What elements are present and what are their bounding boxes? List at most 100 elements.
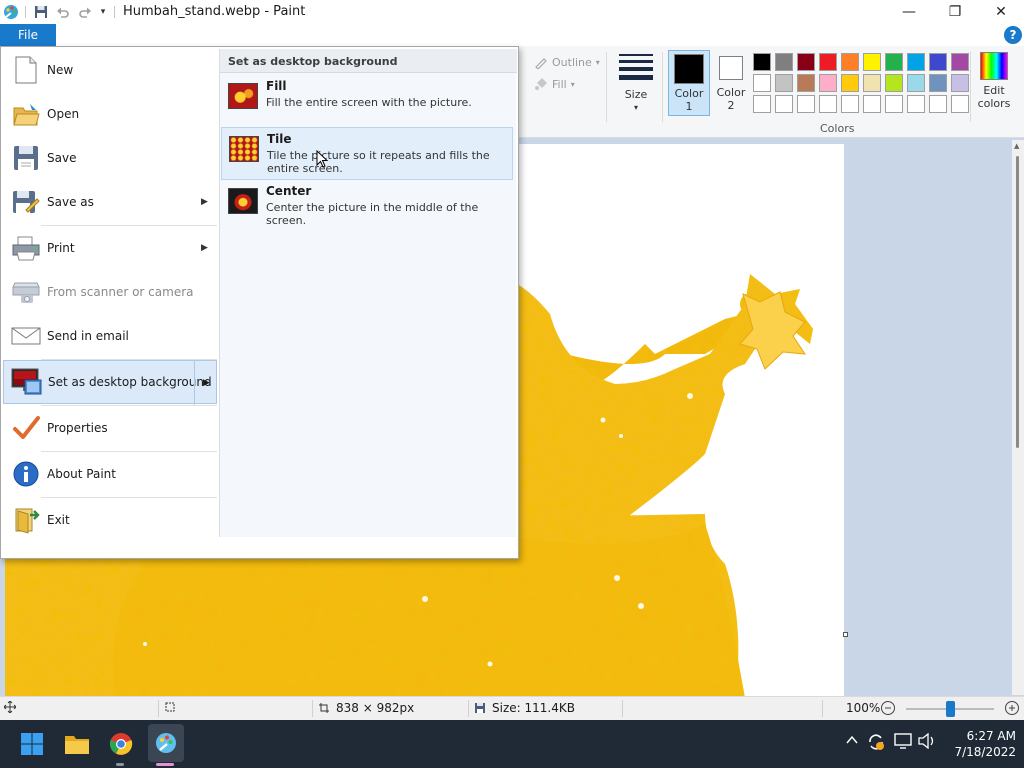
fill-layout-icon (228, 83, 258, 109)
redo-icon[interactable] (76, 0, 94, 24)
palette-swatch[interactable] (951, 95, 969, 113)
chrome-icon (109, 733, 133, 755)
volume-icon[interactable] (918, 732, 936, 753)
undo-icon[interactable] (54, 0, 72, 24)
start-button[interactable] (18, 730, 46, 758)
palette-swatch[interactable] (863, 74, 881, 92)
desktop-background-option-tile[interactable]: Tile Tile the picture so it repeats and … (221, 127, 513, 180)
palette-swatch[interactable] (841, 74, 859, 92)
center-layout-icon (228, 188, 258, 214)
file-size-disk-icon (475, 703, 485, 713)
scroll-up-icon[interactable]: ▲ (1014, 142, 1019, 150)
menu-item-set-desktop-background[interactable]: Set as desktop background ▶ (3, 360, 218, 405)
menu-item-exit[interactable]: Exit (3, 498, 217, 542)
zoom-out-icon (881, 701, 895, 715)
palette-swatch[interactable] (797, 53, 815, 71)
palette-swatch[interactable] (775, 95, 793, 113)
palette-swatch[interactable] (841, 53, 859, 71)
menu-item-send-email[interactable]: Send in email (3, 314, 217, 358)
color2-button[interactable]: Color 2 (710, 50, 752, 116)
menu-item-from-scanner[interactable]: From scanner or camera (3, 270, 217, 314)
zoom-level: 100% (846, 701, 881, 715)
file-size-text: Size: 111.4KB (492, 701, 575, 715)
palette-swatch[interactable] (863, 95, 881, 113)
paint-taskbar-button[interactable] (148, 724, 184, 762)
file-explorer-button[interactable] (63, 730, 91, 758)
palette-swatch[interactable] (797, 74, 815, 92)
submenu-arrow-icon: ▶ (201, 197, 208, 207)
desktop-background-option-center[interactable]: Center Center the picture in the middle … (221, 180, 513, 233)
palette-swatch[interactable] (929, 53, 947, 71)
palette-swatch[interactable] (885, 74, 903, 92)
palette-swatch[interactable] (951, 74, 969, 92)
submenu-arrow-icon[interactable]: ▶ (194, 361, 218, 405)
sync-status-icon[interactable] (866, 732, 886, 756)
submenu-arrow-icon: ▶ (201, 243, 208, 253)
menu-item-new[interactable]: New (3, 48, 217, 92)
chrome-button[interactable] (107, 730, 135, 758)
colors-group-label: Colors (820, 122, 855, 135)
zoom-in-button[interactable] (1004, 700, 1020, 716)
zoom-out-button[interactable] (880, 700, 896, 716)
palette-swatch[interactable] (819, 95, 837, 113)
menu-item-save[interactable]: Save (3, 136, 217, 180)
help-icon[interactable]: ? (1004, 26, 1022, 44)
palette-swatch[interactable] (951, 53, 969, 71)
quick-access-dropdown-icon[interactable]: ▾ (96, 0, 110, 24)
menu-item-open[interactable]: Open (3, 92, 217, 136)
palette-swatch[interactable] (775, 53, 793, 71)
image-dimensions: 838 × 982px (318, 701, 414, 715)
show-hidden-icons-button[interactable] (846, 734, 858, 750)
outline-dropdown-icon: ▾ (595, 57, 600, 67)
palette-swatch[interactable] (819, 74, 837, 92)
palette-swatch[interactable] (753, 53, 771, 71)
clock-time: 6:27 AM (966, 729, 1016, 743)
quick-save-icon[interactable] (32, 0, 50, 24)
title-bar: ▾ Humbah_stand.webp - Paint — ❐ ✕ (0, 0, 1024, 24)
palette-swatch[interactable] (819, 53, 837, 71)
palette-swatch[interactable] (775, 74, 793, 92)
palette-swatch[interactable] (863, 53, 881, 71)
canvas-resize-handle[interactable] (843, 632, 848, 637)
file-tab[interactable]: File (0, 24, 56, 46)
edit-colors-button[interactable]: Edit colors (974, 52, 1014, 116)
size-dropdown-icon: ▾ (633, 103, 638, 112)
zoom-slider-thumb[interactable] (946, 701, 955, 717)
palette-swatch[interactable] (841, 95, 859, 113)
palette-swatch[interactable] (929, 95, 947, 113)
palette-swatch[interactable] (929, 74, 947, 92)
checkmark-icon (10, 412, 42, 444)
palette-swatch[interactable] (753, 95, 771, 113)
minimize-button[interactable]: — (886, 0, 932, 24)
system-clock[interactable]: 6:27 AM 7/18/2022 (944, 728, 1016, 760)
color1-button[interactable]: Color 1 (668, 50, 710, 116)
maximize-button[interactable]: ❐ (932, 0, 978, 24)
close-button[interactable]: ✕ (978, 0, 1024, 24)
paint-app-icon[interactable] (2, 0, 20, 24)
printer-icon (10, 232, 42, 264)
network-icon[interactable] (894, 733, 912, 753)
palette-swatch[interactable] (907, 53, 925, 71)
color2-label: Color (716, 86, 746, 99)
info-icon (10, 458, 42, 490)
desktop-background-option-fill[interactable]: Fill Fill the entire screen with the pic… (221, 75, 513, 128)
palette-swatch[interactable] (907, 95, 925, 113)
vertical-scroll-thumb[interactable] (1016, 156, 1019, 448)
menu-label-set-desktop-background: Set as desktop background (48, 375, 212, 389)
vertical-scrollbar[interactable]: ▲ (1012, 140, 1024, 695)
menu-item-save-as[interactable]: Save as ▶ (3, 180, 217, 224)
palette-swatch[interactable] (797, 95, 815, 113)
palette-swatch[interactable] (885, 53, 903, 71)
chevron-up-icon (846, 735, 858, 744)
ribbon-tab-strip (0, 24, 1024, 46)
menu-item-properties[interactable]: Properties (3, 406, 217, 450)
menu-item-about-paint[interactable]: About Paint (3, 452, 217, 496)
menu-item-print[interactable]: Print ▶ (3, 226, 217, 270)
shape-fill-button[interactable]: Fill ▾ (534, 77, 575, 91)
outline-pen-icon (535, 58, 547, 69)
shape-outline-button[interactable]: Outline ▾ (534, 55, 600, 69)
palette-swatch[interactable] (885, 95, 903, 113)
palette-swatch[interactable] (753, 74, 771, 92)
size-button[interactable]: Size ▾ (614, 50, 658, 118)
palette-swatch[interactable] (907, 74, 925, 92)
